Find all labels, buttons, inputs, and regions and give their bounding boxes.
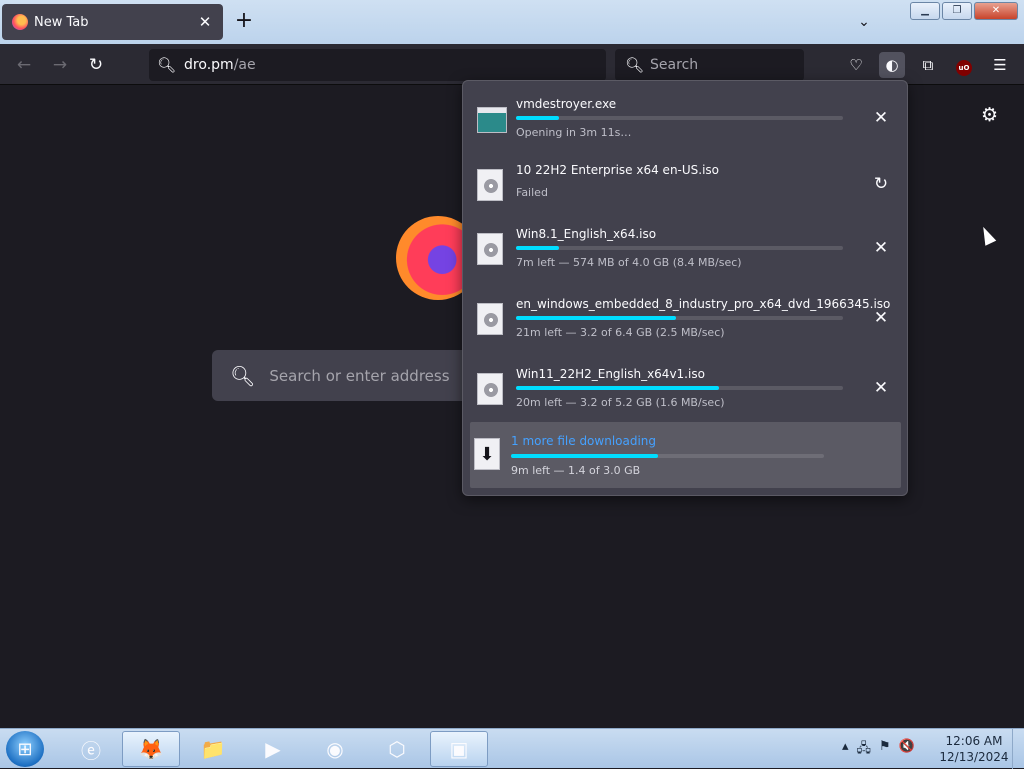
- download-status: Opening in 3m 11s…: [516, 126, 632, 139]
- search-icon: 🔍︎: [157, 56, 177, 74]
- download-progress-bar: [516, 246, 843, 250]
- download-filename: 10 22H2 Enterprise x64 en-US.iso: [516, 163, 720, 177]
- volume-muted-icon[interactable]: 🔇: [899, 739, 915, 761]
- search-placeholder: Search: [650, 57, 699, 73]
- hamburger-menu-icon[interactable]: ☰: [987, 52, 1013, 78]
- download-progress-bar: [516, 116, 843, 120]
- disc-file-icon: [477, 303, 503, 335]
- media-player-icon[interactable]: ▶: [244, 731, 302, 767]
- url-path: /ae: [233, 57, 256, 73]
- show-hidden-icons-icon[interactable]: ▴: [842, 739, 849, 761]
- window-controls: ▁ ❐ ✕: [910, 2, 1018, 20]
- cancel-icon[interactable]: ✕: [870, 107, 892, 129]
- start-button[interactable]: ⊞: [6, 731, 44, 767]
- clock-time: 12:06 AM: [945, 734, 1003, 748]
- close-window-button[interactable]: ✕: [974, 2, 1018, 20]
- download-status: 21m left — 3.2 of 6.4 GB (2.5 MB/sec): [516, 326, 725, 339]
- search-bar[interactable]: 🔍︎ Search: [615, 49, 804, 81]
- gear-icon[interactable]: ⚙: [981, 104, 998, 126]
- pocket-icon[interactable]: ♡: [843, 52, 869, 78]
- downloads-icon[interactable]: ◐: [879, 52, 905, 78]
- file-explorer-icon[interactable]: 📁: [184, 731, 242, 767]
- download-filename: en_windows_embedded_8_industry_pro_x64_d…: [516, 297, 891, 311]
- list-all-tabs-chevron-icon[interactable]: ⌄: [852, 10, 876, 34]
- exe-file-icon: [477, 107, 507, 133]
- reload-icon[interactable]: ↻: [83, 52, 109, 78]
- download-progress-bar: [516, 316, 843, 320]
- minimize-button[interactable]: ▁: [910, 2, 940, 20]
- search-icon: 🔍︎: [230, 363, 256, 388]
- tab-new-tab[interactable]: New Tab ✕: [2, 4, 223, 40]
- back-arrow-icon[interactable]: ←: [11, 52, 37, 78]
- show-desktop-button[interactable]: [1012, 729, 1024, 769]
- disc-file-icon: [477, 169, 503, 201]
- cancel-icon[interactable]: ✕: [870, 237, 892, 259]
- summary-label: 1 more file downloading: [511, 434, 657, 448]
- action-center-flag-icon[interactable]: ⚑: [879, 739, 891, 761]
- cancel-icon[interactable]: ✕: [870, 377, 892, 399]
- cancel-icon[interactable]: ✕: [870, 307, 892, 329]
- system-tray: ▴ 🖧 ⚑ 🔇: [842, 739, 915, 761]
- taskbar: ⊞ ⓔ 🦊 📁 ▶ ◉ ⬡ ▣ ▴ 🖧 ⚑ 🔇 12:06 AM 12/13/2…: [0, 728, 1024, 769]
- download-arrow-icon: ⬇: [474, 438, 500, 470]
- summary-status: 9m left — 1.4 of 3.0 GB: [511, 464, 641, 477]
- address-bar[interactable]: 🔍︎ dro.pm/ae: [149, 49, 606, 81]
- new-tab-button[interactable]: +: [232, 10, 256, 34]
- ublock-origin-icon[interactable]: uO: [951, 52, 977, 78]
- download-filename: Win8.1_English_x64.iso: [516, 227, 657, 241]
- network-icon[interactable]: 🖧: [857, 739, 872, 761]
- url-host: dro.pm: [184, 57, 234, 73]
- firefox-taskbar-icon[interactable]: 🦊: [122, 731, 180, 767]
- tab-title: New Tab: [34, 14, 89, 30]
- disc-file-icon: [477, 233, 503, 265]
- internet-explorer-icon[interactable]: ⓔ: [62, 731, 120, 767]
- download-progress-bar: [516, 386, 843, 390]
- newtab-search-box[interactable]: 🔍︎ Search or enter address: [212, 350, 474, 401]
- windows-98-vm-icon[interactable]: ▣: [430, 731, 488, 767]
- firefox-favicon-icon: [12, 14, 28, 30]
- title-bar: New Tab ✕ + ⌄ ▁ ❐ ✕: [0, 0, 1024, 44]
- clock-date: 12/13/2024: [939, 750, 1009, 764]
- navigation-toolbar: ← → ↻ 🔍︎ dro.pm/ae 🔍︎ Search ♡ ◐ ⧉ uO ☰: [0, 44, 1024, 85]
- retry-icon[interactable]: ↻: [870, 173, 892, 195]
- download-item[interactable]: vmdestroyer.exe Opening in 3m 11s… ✕: [471, 87, 901, 153]
- disc-file-icon: [477, 373, 503, 405]
- close-tab-icon[interactable]: ✕: [193, 10, 217, 34]
- forward-arrow-icon[interactable]: →: [47, 52, 73, 78]
- search-icon: 🔍︎: [625, 56, 645, 74]
- summary-progress-bar: [511, 454, 824, 458]
- download-item[interactable]: 10 22H2 Enterprise x64 en-US.iso Failed …: [471, 153, 901, 219]
- download-filename: vmdestroyer.exe: [516, 97, 617, 111]
- download-status: Failed: [516, 186, 548, 199]
- download-item[interactable]: Win11_22H2_English_x64v1.iso 20m left — …: [471, 357, 901, 423]
- download-filename: Win11_22H2_English_x64v1.iso: [516, 367, 705, 381]
- clock[interactable]: 12:06 AM 12/13/2024: [936, 733, 1012, 765]
- restore-button[interactable]: ❐: [942, 2, 972, 20]
- download-status: 7m left — 574 MB of 4.0 GB (8.4 MB/sec): [516, 256, 742, 269]
- app-taskbar-icon[interactable]: ◉: [306, 731, 364, 767]
- more-downloads-summary[interactable]: ⬇ 1 more file downloading 9m left — 1.4 …: [470, 422, 901, 488]
- virtualbox-icon[interactable]: ⬡: [368, 731, 426, 767]
- newtab-search-placeholder: Search or enter address: [269, 366, 450, 385]
- downloads-panel: vmdestroyer.exe Opening in 3m 11s… ✕ 10 …: [462, 80, 908, 496]
- mouse-cursor: [977, 224, 997, 246]
- download-item[interactable]: Win8.1_English_x64.iso 7m left — 574 MB …: [471, 217, 901, 283]
- download-item[interactable]: en_windows_embedded_8_industry_pro_x64_d…: [471, 287, 901, 353]
- extensions-puzzle-icon[interactable]: ⧉: [915, 52, 941, 78]
- download-status: 20m left — 3.2 of 5.2 GB (1.6 MB/sec): [516, 396, 725, 409]
